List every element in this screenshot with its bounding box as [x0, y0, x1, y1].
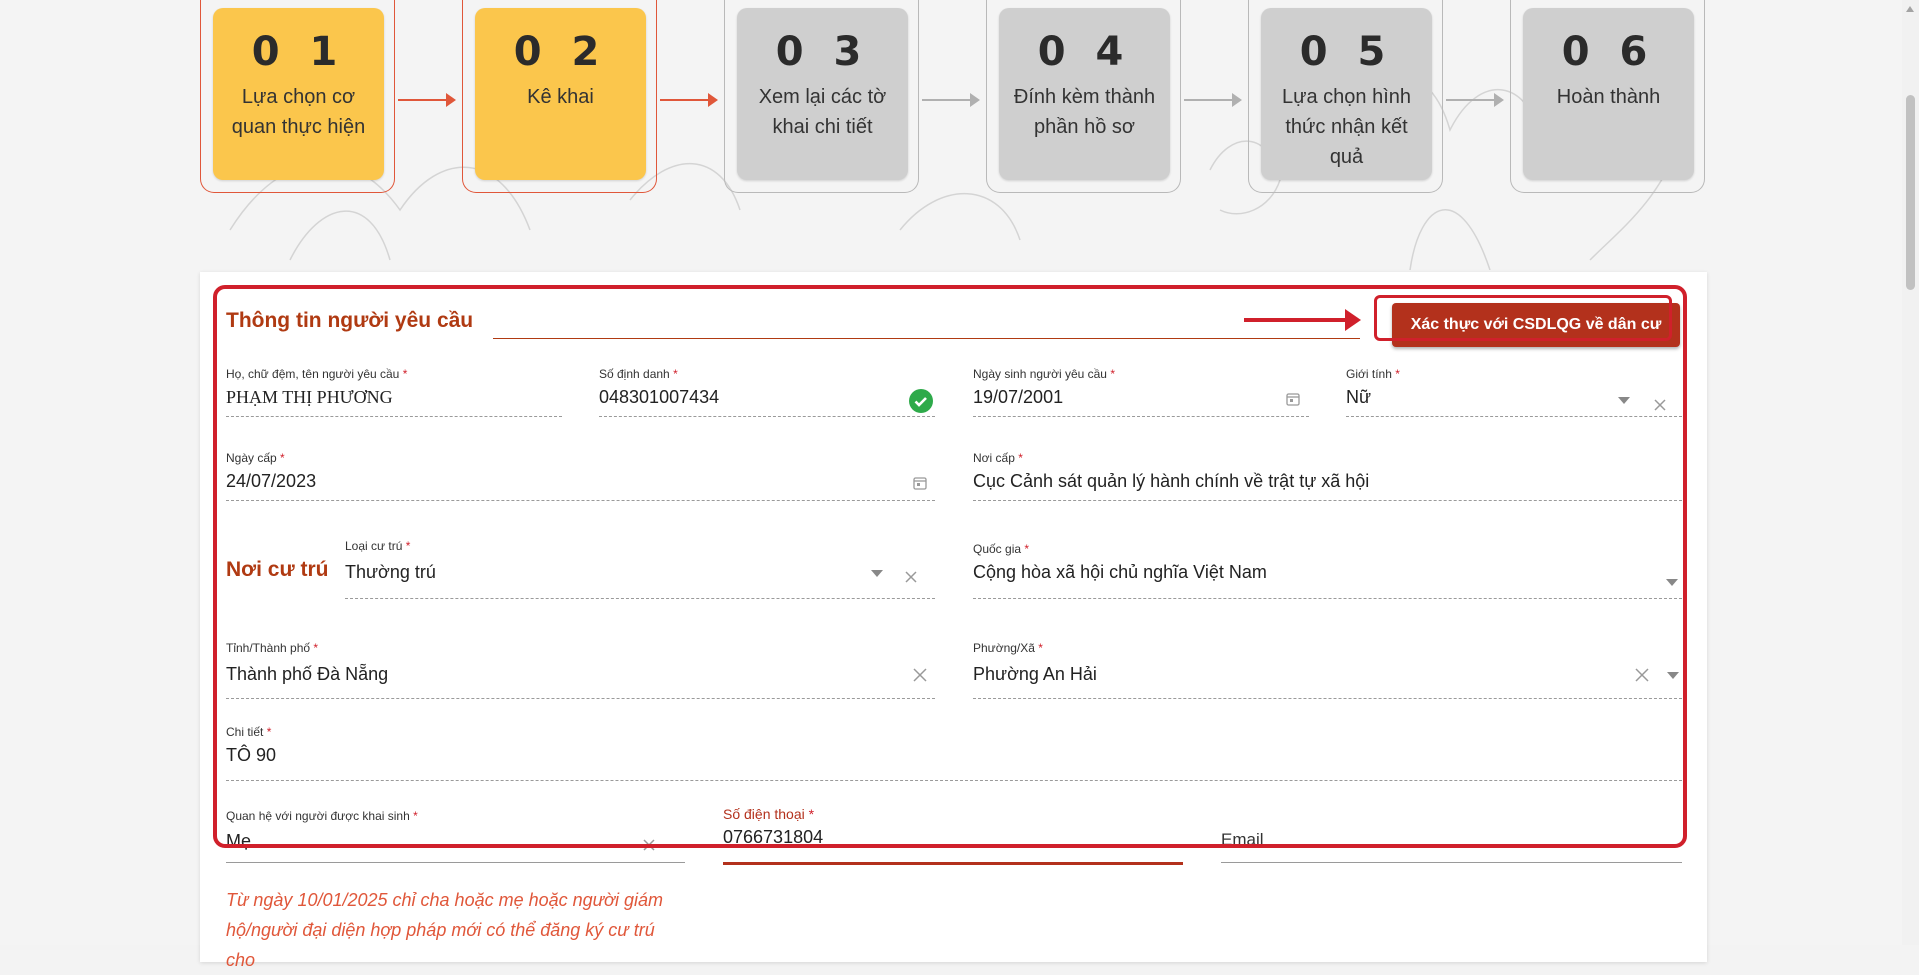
step-4-card: 0 4 Đính kèm thành phần hồ sơ: [999, 8, 1170, 180]
step-arrow: [398, 93, 456, 107]
scrollbar-thumb[interactable]: [1906, 95, 1915, 290]
step-2[interactable]: 0 2 Kê khai: [462, 0, 657, 193]
step-arrow: [1446, 93, 1504, 107]
scrollbar[interactable]: [1902, 0, 1919, 945]
step-arrow: [1184, 93, 1242, 107]
step-6-number: 0 6: [1561, 29, 1656, 75]
step-1-card: 0 1 Lựa chọn cơ quan thực hiện: [213, 8, 384, 180]
step-1-label: Lựa chọn cơ quan thực hiện: [231, 86, 366, 138]
step-arrow: [660, 93, 718, 107]
step-4[interactable]: 0 4 Đính kèm thành phần hồ sơ: [986, 0, 1181, 193]
step-5-label: Lựa chọn hình thức nhận kết quả: [1281, 86, 1412, 168]
step-5-number: 0 5: [1299, 29, 1394, 75]
step-2-card: 0 2 Kê khai: [475, 8, 646, 180]
step-4-label: Đính kèm thành phần hồ sơ: [1013, 86, 1156, 138]
step-arrow: [922, 93, 980, 107]
step-4-number: 0 4: [1037, 29, 1132, 75]
step-3-number: 0 3: [775, 29, 870, 75]
step-3-label: Xem lại các tờ khai chi tiết: [758, 86, 887, 138]
form-highlight-box: [213, 285, 1687, 848]
scroll-up-arrow-icon[interactable]: [1906, 6, 1914, 12]
step-6[interactable]: 0 6 Hoàn thành: [1510, 0, 1705, 193]
step-6-card: 0 6 Hoàn thành: [1523, 8, 1694, 180]
step-2-label: Kê khai: [527, 86, 594, 108]
lotus-decoration: [229, 62, 1681, 270]
step-2-number: 0 2: [513, 29, 608, 75]
step-1-number: 0 1: [251, 29, 346, 75]
step-3-card: 0 3 Xem lại các tờ khai chi tiết: [737, 8, 908, 180]
step-6-label: Hoàn thành: [1556, 86, 1661, 108]
residence-note: Từ ngày 10/01/2025 chỉ cha hoặc mẹ hoặc …: [226, 890, 663, 970]
step-1[interactable]: 0 1 Lựa chọn cơ quan thực hiện: [200, 0, 395, 193]
step-3[interactable]: 0 3 Xem lại các tờ khai chi tiết: [724, 0, 919, 193]
step-5-card: 0 5 Lựa chọn hình thức nhận kết quả: [1261, 8, 1432, 180]
step-5[interactable]: 0 5 Lựa chọn hình thức nhận kết quả: [1248, 0, 1443, 193]
